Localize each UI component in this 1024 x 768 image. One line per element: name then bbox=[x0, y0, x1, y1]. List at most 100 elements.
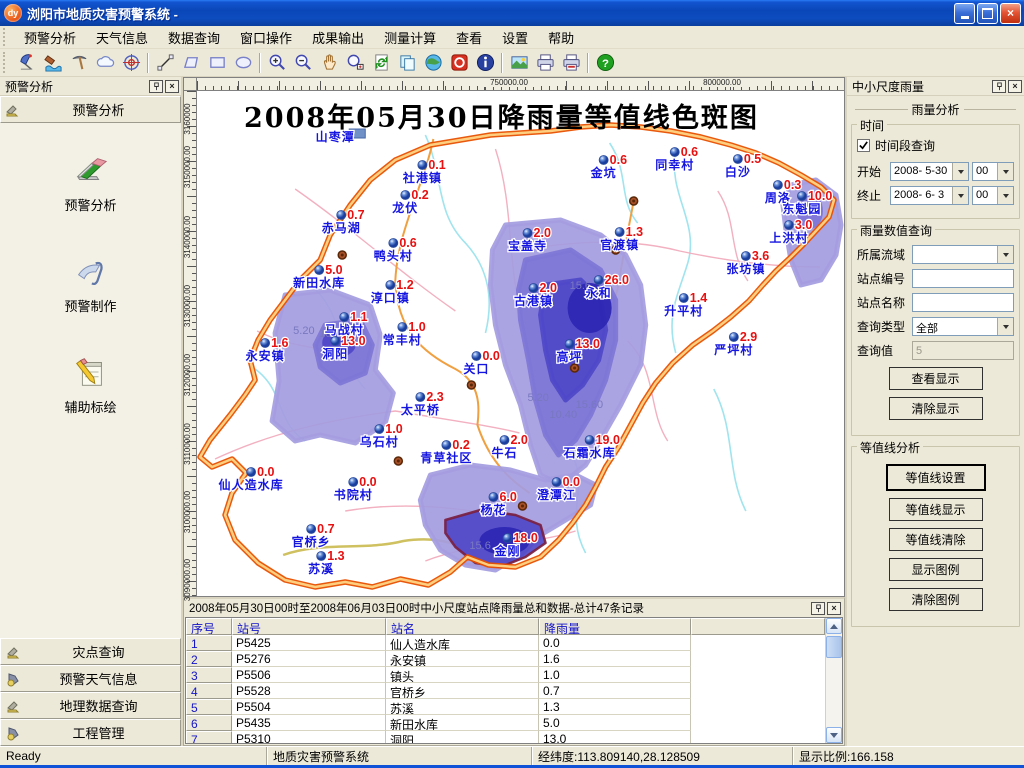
left-panel-pin-icon[interactable] bbox=[149, 80, 163, 93]
table-scrollbar[interactable] bbox=[825, 618, 842, 743]
menu-item-7[interactable]: 查看 bbox=[446, 26, 492, 49]
stop-icon[interactable] bbox=[446, 50, 472, 75]
globe-icon[interactable] bbox=[420, 50, 446, 75]
left-item-2[interactable]: 预警制作 bbox=[64, 252, 116, 315]
zoom-out-icon[interactable] bbox=[290, 50, 316, 75]
clear-legend-button[interactable]: 清除图例 bbox=[889, 588, 983, 611]
zoom-window-icon[interactable] bbox=[342, 50, 368, 75]
data-panel: 2008年05月30日00时至2008年06月03日00时中小尺度站点降雨量总和… bbox=[183, 597, 845, 746]
svg-text:杨花: 杨花 bbox=[480, 502, 506, 517]
menubar-grip[interactable] bbox=[3, 28, 10, 46]
table-row[interactable]: 7P5310洞阳13.0 bbox=[186, 731, 825, 743]
bottom-group-2[interactable]: 预警天气信息 bbox=[0, 665, 181, 692]
show-legend-button[interactable]: 显示图例 bbox=[889, 558, 983, 581]
rectangle-tool-icon[interactable] bbox=[204, 50, 230, 75]
map-canvas[interactable]: 5.2010.4015.65.2015.6010.4015.6山枣潭0.1社港镇… bbox=[197, 91, 844, 596]
contour-clear-button[interactable]: 等值线清除 bbox=[889, 528, 983, 551]
table-row[interactable]: 6P5435新田水库5.0 bbox=[186, 715, 825, 731]
menu-item-9[interactable]: 帮助 bbox=[538, 26, 584, 49]
query-type-select[interactable]: 全部 bbox=[912, 317, 1014, 336]
station-id-input[interactable] bbox=[912, 269, 1014, 288]
time-range-checkbox[interactable] bbox=[857, 139, 870, 152]
flood-analysis-icon[interactable] bbox=[40, 50, 66, 75]
svg-text:15.6: 15.6 bbox=[469, 540, 490, 552]
chevron-down-icon[interactable] bbox=[997, 318, 1013, 335]
start-hour-select[interactable]: 00 bbox=[972, 162, 1014, 181]
table-cell: 2 bbox=[186, 651, 232, 667]
bottom-group-4[interactable]: 工程管理 bbox=[0, 719, 181, 746]
satellite-dish-icon[interactable] bbox=[14, 50, 40, 75]
chevron-down-icon[interactable] bbox=[952, 187, 968, 204]
bottom-group-1[interactable]: 灾点查询 bbox=[0, 638, 181, 665]
table-row[interactable]: 3P5506镇头1.0 bbox=[186, 667, 825, 683]
scroll-down-icon[interactable] bbox=[826, 727, 842, 743]
right-panel-close-icon[interactable]: × bbox=[1008, 80, 1022, 93]
close-button[interactable]: × bbox=[1000, 3, 1021, 24]
scrollbar-thumb[interactable] bbox=[826, 636, 842, 658]
rainfall-table[interactable]: 序号站号站名降雨量1P5425仙人造水库0.02P5276永安镇1.63P550… bbox=[186, 618, 825, 743]
menu-item-6[interactable]: 测量计算 bbox=[374, 26, 446, 49]
left-group-header[interactable]: 预警分析 bbox=[0, 96, 181, 123]
menu-item-5[interactable]: 成果输出 bbox=[302, 26, 374, 49]
ellipse-tool-icon[interactable] bbox=[230, 50, 256, 75]
query-value-label: 查询值 bbox=[857, 342, 909, 359]
minimize-button[interactable] bbox=[954, 3, 975, 24]
end-hour-select[interactable]: 00 bbox=[972, 186, 1014, 205]
station-name-input[interactable] bbox=[912, 293, 1014, 312]
contour-show-button[interactable]: 等值线显示 bbox=[889, 498, 983, 521]
vruler-label: 3150000.00 bbox=[183, 137, 193, 197]
left-item-3[interactable]: 辅助标绘 bbox=[64, 353, 116, 416]
menu-item-3[interactable]: 数据查询 bbox=[158, 26, 230, 49]
column-header-2[interactable]: 站号 bbox=[232, 618, 386, 635]
contour-settings-button[interactable]: 等值线设置 bbox=[886, 464, 986, 491]
table-cell: 1.3 bbox=[539, 699, 691, 715]
table-row[interactable]: 1P5425仙人造水库0.0 bbox=[186, 635, 825, 651]
pick-tool-icon[interactable] bbox=[66, 50, 92, 75]
menu-item-8[interactable]: 设置 bbox=[492, 26, 538, 49]
scroll-up-icon[interactable] bbox=[826, 618, 842, 634]
svg-text:18.0: 18.0 bbox=[513, 531, 537, 545]
left-item-1[interactable]: 预警分析 bbox=[64, 151, 116, 214]
table-cell: 仙人造水库 bbox=[386, 635, 539, 651]
refresh-icon[interactable] bbox=[368, 50, 394, 75]
column-header-1[interactable]: 序号 bbox=[186, 618, 232, 635]
help-icon[interactable]: ? bbox=[592, 50, 618, 75]
chevron-down-icon[interactable] bbox=[997, 246, 1013, 263]
left-panel-close-icon[interactable]: × bbox=[165, 80, 179, 93]
pan-hand-icon[interactable] bbox=[316, 50, 342, 75]
image-export-icon[interactable] bbox=[506, 50, 532, 75]
restore-button[interactable] bbox=[977, 3, 998, 24]
show-query-button[interactable]: 查看显示 bbox=[889, 367, 983, 390]
column-header-4[interactable]: 降雨量 bbox=[539, 618, 691, 635]
data-panel-pin-icon[interactable] bbox=[811, 602, 825, 615]
line-tool-icon[interactable] bbox=[152, 50, 178, 75]
chevron-down-icon[interactable] bbox=[997, 187, 1013, 204]
right-panel-pin-icon[interactable] bbox=[992, 80, 1006, 93]
info-icon[interactable] bbox=[472, 50, 498, 75]
table-row[interactable]: 2P5276永安镇1.6 bbox=[186, 651, 825, 667]
data-panel-close-icon[interactable]: × bbox=[827, 602, 841, 615]
menu-item-4[interactable]: 窗口操作 bbox=[230, 26, 302, 49]
cloud-icon[interactable] bbox=[92, 50, 118, 75]
toolbar-grip[interactable] bbox=[3, 52, 10, 74]
column-header-3[interactable]: 站名 bbox=[386, 618, 539, 635]
svg-text:13.0: 13.0 bbox=[576, 337, 600, 351]
table-row[interactable]: 5P5504苏溪1.3 bbox=[186, 699, 825, 715]
polygon-tool-icon[interactable] bbox=[178, 50, 204, 75]
start-date-select[interactable]: 2008- 5-30 bbox=[890, 162, 969, 181]
print-icon[interactable] bbox=[532, 50, 558, 75]
warn-analysis-book-icon bbox=[71, 151, 109, 189]
table-row[interactable]: 4P5528官桥乡0.7 bbox=[186, 683, 825, 699]
copy-layers-icon[interactable] bbox=[394, 50, 420, 75]
chevron-down-icon[interactable] bbox=[997, 163, 1013, 180]
menu-item-1[interactable]: 预警分析 bbox=[14, 26, 86, 49]
target-icon[interactable] bbox=[118, 50, 144, 75]
end-date-select[interactable]: 2008- 6- 3 bbox=[890, 186, 969, 205]
bottom-group-3[interactable]: 地理数据查询 bbox=[0, 692, 181, 719]
zoom-in-icon[interactable] bbox=[264, 50, 290, 75]
menu-item-2[interactable]: 天气信息 bbox=[86, 26, 158, 49]
print-preview-icon[interactable] bbox=[558, 50, 584, 75]
chevron-down-icon[interactable] bbox=[952, 163, 968, 180]
clear-query-button[interactable]: 清除显示 bbox=[889, 397, 983, 420]
basin-select[interactable] bbox=[912, 245, 1014, 264]
